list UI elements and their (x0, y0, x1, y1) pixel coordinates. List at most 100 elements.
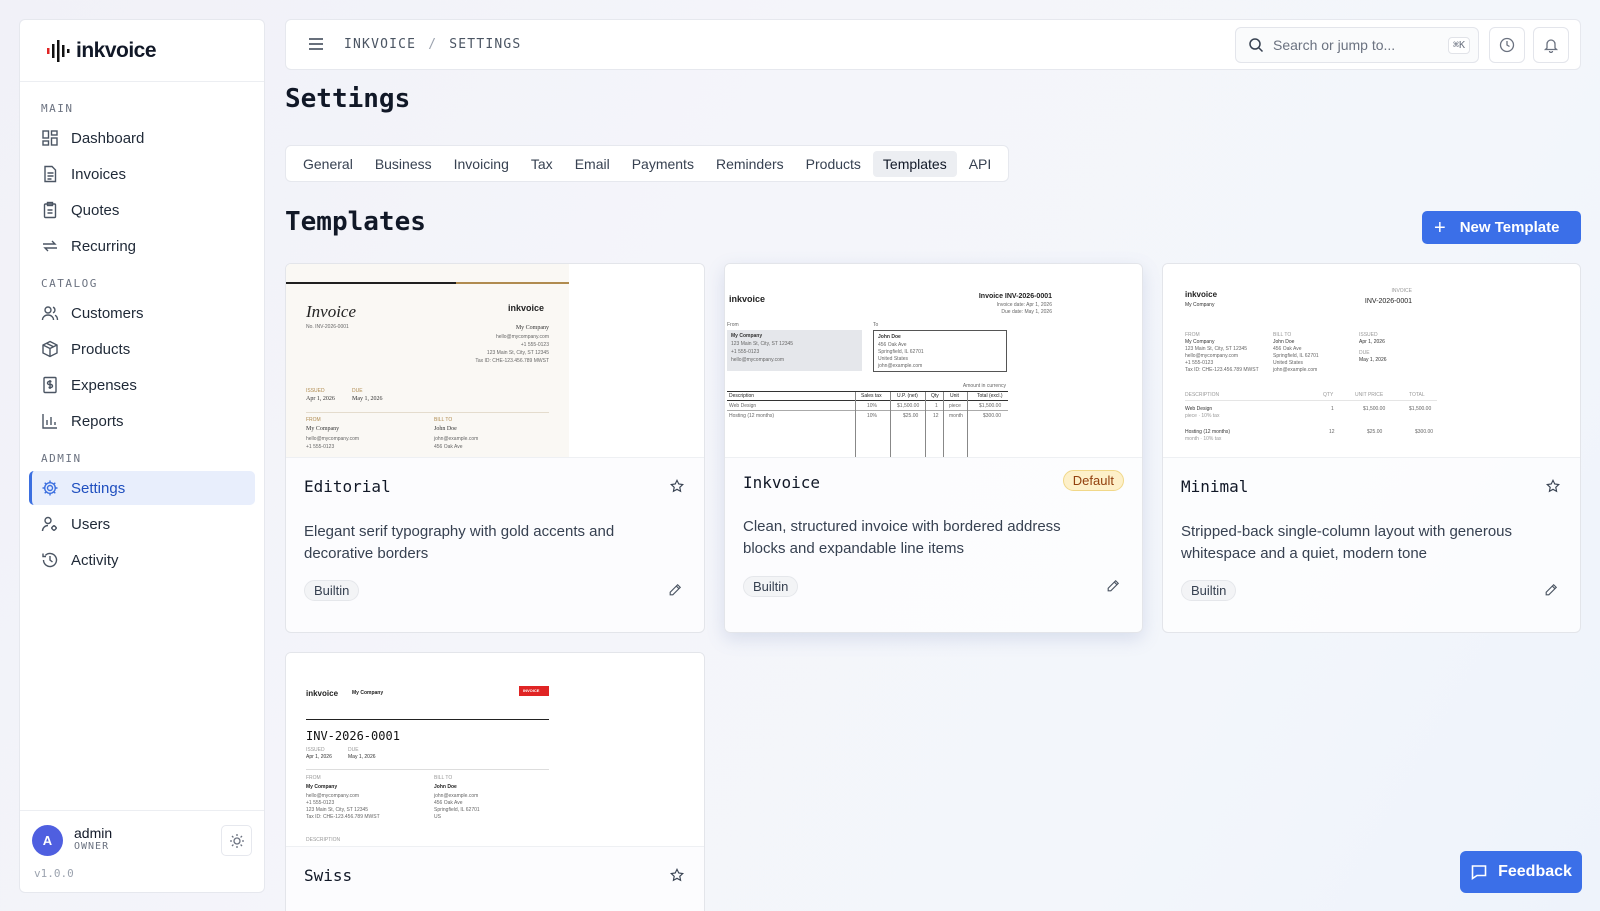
preview-from-name: My Company (306, 426, 340, 432)
notifications-button[interactable] (1533, 27, 1569, 63)
feedback-button[interactable]: Feedback (1460, 851, 1582, 893)
preview-to-country: US (434, 814, 441, 820)
preview-from-email: hello@mycompany.com (731, 357, 785, 363)
preview-row1-qty: 1 (1331, 406, 1334, 412)
preview-to-label: To (873, 322, 879, 328)
breadcrumb-item-home[interactable]: INKVOICE (344, 37, 416, 52)
preview-page: Invoice No. INV-2026-0001 inkvoice My Co… (286, 264, 569, 457)
tab-tax[interactable]: Tax (521, 151, 563, 177)
preview-to-city: Springfield, IL 62701 (878, 349, 924, 355)
sidebar-item-users[interactable]: Users (29, 507, 255, 541)
file-text-icon (41, 165, 59, 183)
star-icon[interactable] (669, 867, 685, 887)
sidebar-item-label: Expenses (71, 376, 137, 394)
preview-col-qty: Qty (931, 393, 939, 399)
tab-reminders[interactable]: Reminders (706, 151, 794, 177)
preview-invoice-caps: INVOICE (1391, 288, 1412, 294)
preview-to-name: John Doe (434, 426, 457, 432)
history-button[interactable] (1489, 27, 1525, 63)
preview-row1-note: piece · 10% tax (1185, 413, 1220, 419)
user-profile: A admin OWNER v1.0.0 (20, 810, 264, 892)
preview-rule (306, 719, 549, 720)
preview-col-total: TOTAL (1409, 392, 1425, 398)
breadcrumb: INKVOICE / SETTINGS (344, 37, 521, 52)
dashboard-icon (41, 129, 59, 147)
preview-col-unit: Unit (950, 393, 959, 399)
preview-amount-currency: Amount in currency (962, 383, 1006, 389)
preview-table: Description Sales tax U.P. (net) Qty Uni… (727, 391, 1008, 457)
theme-toggle-button[interactable] (221, 825, 252, 856)
pencil-icon[interactable] (668, 583, 682, 602)
sidebar: inkvoice MAIN Dashboard Invoices Quotes … (19, 19, 265, 893)
brand-logo[interactable]: inkvoice (20, 20, 264, 82)
sun-icon (229, 833, 244, 848)
preview-row2-price: $25.00 (903, 413, 919, 419)
clock-icon (1499, 37, 1515, 53)
receipt-icon (41, 376, 59, 394)
tab-business[interactable]: Business (365, 151, 442, 177)
preview-from-name: My Company (1185, 339, 1215, 345)
pencil-icon[interactable] (1106, 579, 1120, 598)
tab-api[interactable]: API (959, 151, 1002, 177)
template-card-editorial[interactable]: Invoice No. INV-2026-0001 inkvoice My Co… (285, 263, 705, 633)
preview-issue-label: ISSUED (306, 388, 325, 394)
preview-company: My Company (352, 690, 384, 696)
preview-row2-note: month · 10% tax (1185, 436, 1222, 442)
new-template-button[interactable]: + New Template (1422, 211, 1581, 244)
preview-from-name: My Company (306, 784, 338, 790)
star-icon[interactable] (669, 478, 685, 498)
sidebar-item-invoices[interactable]: Invoices (29, 157, 255, 191)
preview-row2-price: $25.00 (1367, 429, 1383, 435)
preview-divider (306, 412, 549, 413)
star-icon[interactable] (1545, 478, 1561, 498)
sidebar-item-activity[interactable]: Activity (29, 543, 255, 577)
pencil-icon[interactable] (1544, 583, 1558, 602)
preview-from-vat: Tax ID: CHE-123.456.789 MWST (1185, 367, 1259, 373)
preview-to-country: United States (1273, 360, 1304, 366)
preview-to-name: John Doe (1273, 339, 1295, 345)
history-icon (41, 551, 59, 569)
sidebar-item-customers[interactable]: Customers (29, 296, 255, 330)
section-title: Templates (285, 207, 426, 237)
search-input[interactable]: Search or jump to... ⌘K (1235, 27, 1479, 63)
user-name: admin (74, 825, 113, 841)
preview-to-street: 456 Oak Ave (434, 800, 463, 806)
template-card-inkvoice[interactable]: inkvoice Invoice INV-2026-0001 Invoice d… (724, 263, 1143, 633)
tab-templates[interactable]: Templates (872, 150, 957, 177)
preview-row2-desc: Hosting (12 months) (1185, 429, 1231, 435)
bar-chart-icon (41, 412, 59, 430)
preview-from-address: 123 Main St, City, ST 12345 (1185, 346, 1248, 352)
avatar[interactable]: A (32, 825, 63, 856)
preview-company-email: hello@mycompany.com (495, 334, 549, 340)
preview-to-email: john@example.com (878, 363, 923, 369)
template-card-swiss[interactable]: inkvoice My Company INVOICE INV-2026-000… (285, 652, 705, 911)
template-card-minimal[interactable]: inkvoice My Company INVOICE INV-2026-000… (1162, 263, 1581, 633)
preview-issue-label: ISSUED (1359, 332, 1378, 338)
preview-col-total: Total (excl.) (977, 393, 1003, 399)
preview-to-street: 456 Oak Ave (878, 342, 907, 348)
preview-row2-tax: 10% (867, 413, 878, 419)
sidebar-item-reports[interactable]: Reports (29, 404, 255, 438)
sidebar-item-dashboard[interactable]: Dashboard (29, 121, 255, 155)
preview-to-city: Springfield, IL 62701 (1273, 353, 1319, 359)
sidebar-item-quotes[interactable]: Quotes (29, 193, 255, 227)
tab-email[interactable]: Email (565, 151, 620, 177)
tab-payments[interactable]: Payments (622, 151, 704, 177)
tab-products[interactable]: Products (796, 151, 871, 177)
sidebar-item-settings[interactable]: Settings (29, 471, 255, 505)
sidebar-item-products[interactable]: Products (29, 332, 255, 366)
preview-row-rule (727, 410, 1008, 411)
new-template-label: New Template (1459, 219, 1560, 236)
sidebar-item-expenses[interactable]: Expenses (29, 368, 255, 402)
template-preview-editorial: Invoice No. INV-2026-0001 inkvoice My Co… (286, 264, 704, 458)
tab-general[interactable]: General (293, 151, 363, 177)
preview-col-price: U.P. (net) (897, 393, 918, 399)
preview-from-email: hello@mycompany.com (306, 793, 360, 799)
preview-to-country: United States (878, 356, 909, 362)
preview-from-label: FROM (306, 417, 321, 423)
preview-row1-price: $1,500.00 (1363, 406, 1386, 412)
menu-icon[interactable] (307, 35, 325, 58)
sidebar-item-recurring[interactable]: Recurring (29, 229, 255, 263)
tab-invoicing[interactable]: Invoicing (444, 151, 519, 177)
preview-col-description: DESCRIPTION (1185, 392, 1220, 398)
